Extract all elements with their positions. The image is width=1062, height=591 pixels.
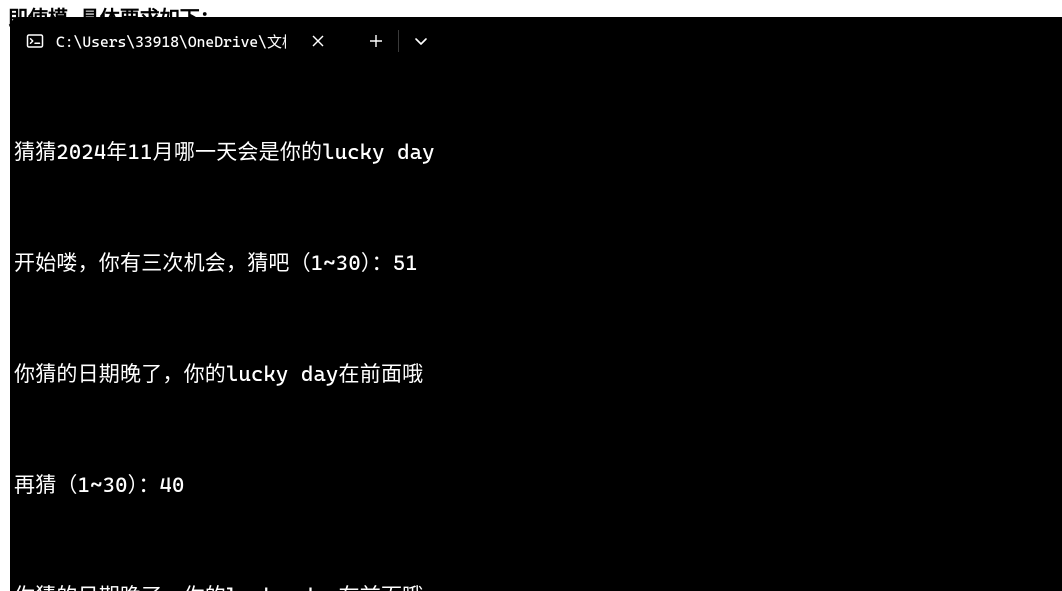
window-titlebar: C:\Users\33918\OneDrive\文档 [10, 17, 1062, 65]
output-line: 开始喽，你有三次机会，猜吧（1~30）：51 [14, 249, 1058, 277]
tab-close-button[interactable] [306, 29, 330, 53]
tab-dropdown-button[interactable] [399, 17, 443, 65]
terminal-app-icon [26, 32, 44, 50]
terminal-window: C:\Users\33918\OneDrive\文档 [10, 17, 1062, 591]
terminal-tab[interactable]: C:\Users\33918\OneDrive\文档 [10, 17, 344, 65]
terminal-output[interactable]: 猜猜2024年11月哪一天会是你的lucky day 开始喽，你有三次机会，猜吧… [10, 65, 1062, 591]
tab-title: C:\Users\33918\OneDrive\文档 [56, 31, 286, 52]
output-line: 猜猜2024年11月哪一天会是你的lucky day [14, 138, 1058, 166]
output-line: 你猜的日期晚了，你的lucky day在前面哦 [14, 582, 1058, 591]
new-tab-button[interactable] [354, 17, 398, 65]
output-line: 再猜（1~30）：40 [14, 471, 1058, 499]
titlebar-actions [344, 17, 443, 65]
output-line: 你猜的日期晚了，你的lucky day在前面哦 [14, 360, 1058, 388]
